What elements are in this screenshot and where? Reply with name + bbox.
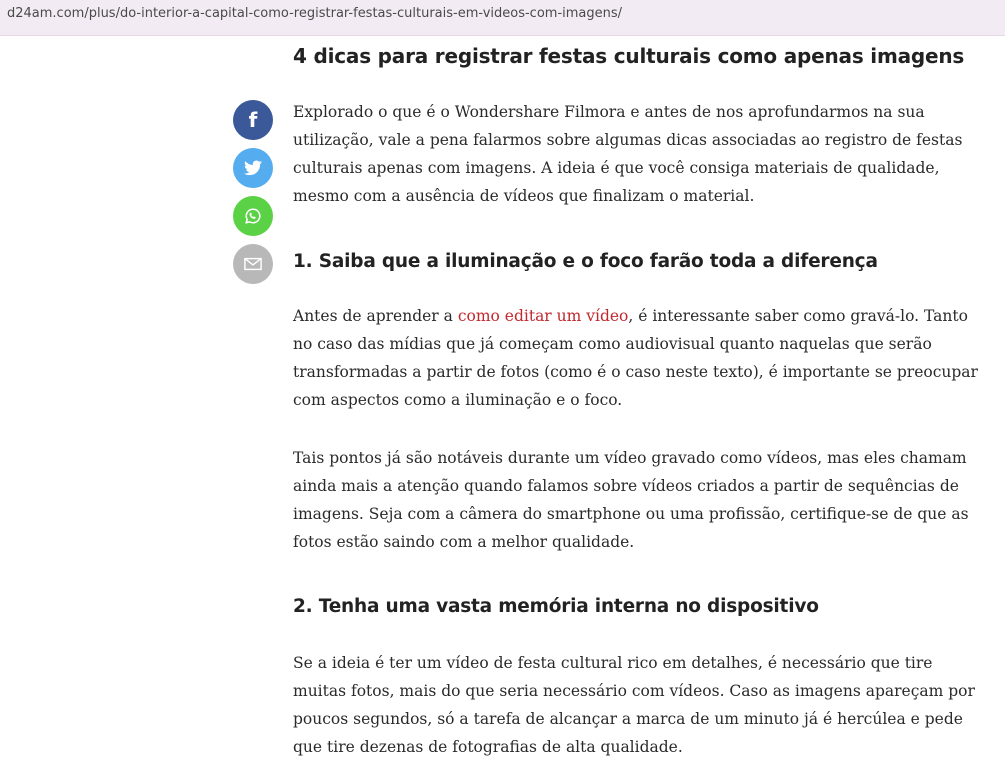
email-share-button[interactable] — [233, 244, 273, 284]
twitter-share-button[interactable] — [233, 148, 273, 188]
address-bar[interactable]: d24am.com/plus/do-interior-a-capital-com… — [0, 0, 1005, 36]
edit-video-link[interactable]: como editar um vídeo — [458, 307, 629, 325]
intro-paragraph: Explorado o que é o Wondershare Filmora … — [293, 103, 963, 205]
section-1-paragraph-1: Antes de aprender a como editar um vídeo… — [293, 302, 983, 414]
url-text[interactable]: d24am.com/plus/do-interior-a-capital-com… — [7, 6, 622, 21]
whatsapp-share-button[interactable] — [233, 196, 273, 236]
text-segment: Antes de aprender a — [293, 307, 458, 325]
share-bar: f — [233, 100, 273, 292]
twitter-icon — [244, 160, 262, 176]
facebook-icon: f — [248, 108, 258, 132]
email-icon — [244, 257, 262, 271]
section-2-paragraph-1: Se a ideia é ter um vídeo de festa cultu… — [293, 654, 975, 756]
article-heading: 4 dicas para registrar festas culturais … — [293, 44, 965, 68]
section-1-title: 1. Saiba que a iluminação e o foco farão… — [293, 251, 878, 272]
whatsapp-icon — [245, 208, 261, 224]
facebook-share-button[interactable]: f — [233, 100, 273, 140]
section-2-title: 2. Tenha uma vasta memória interna no di… — [293, 596, 819, 617]
section-1-paragraph-2: Tais pontos já são notáveis durante um v… — [293, 449, 969, 551]
